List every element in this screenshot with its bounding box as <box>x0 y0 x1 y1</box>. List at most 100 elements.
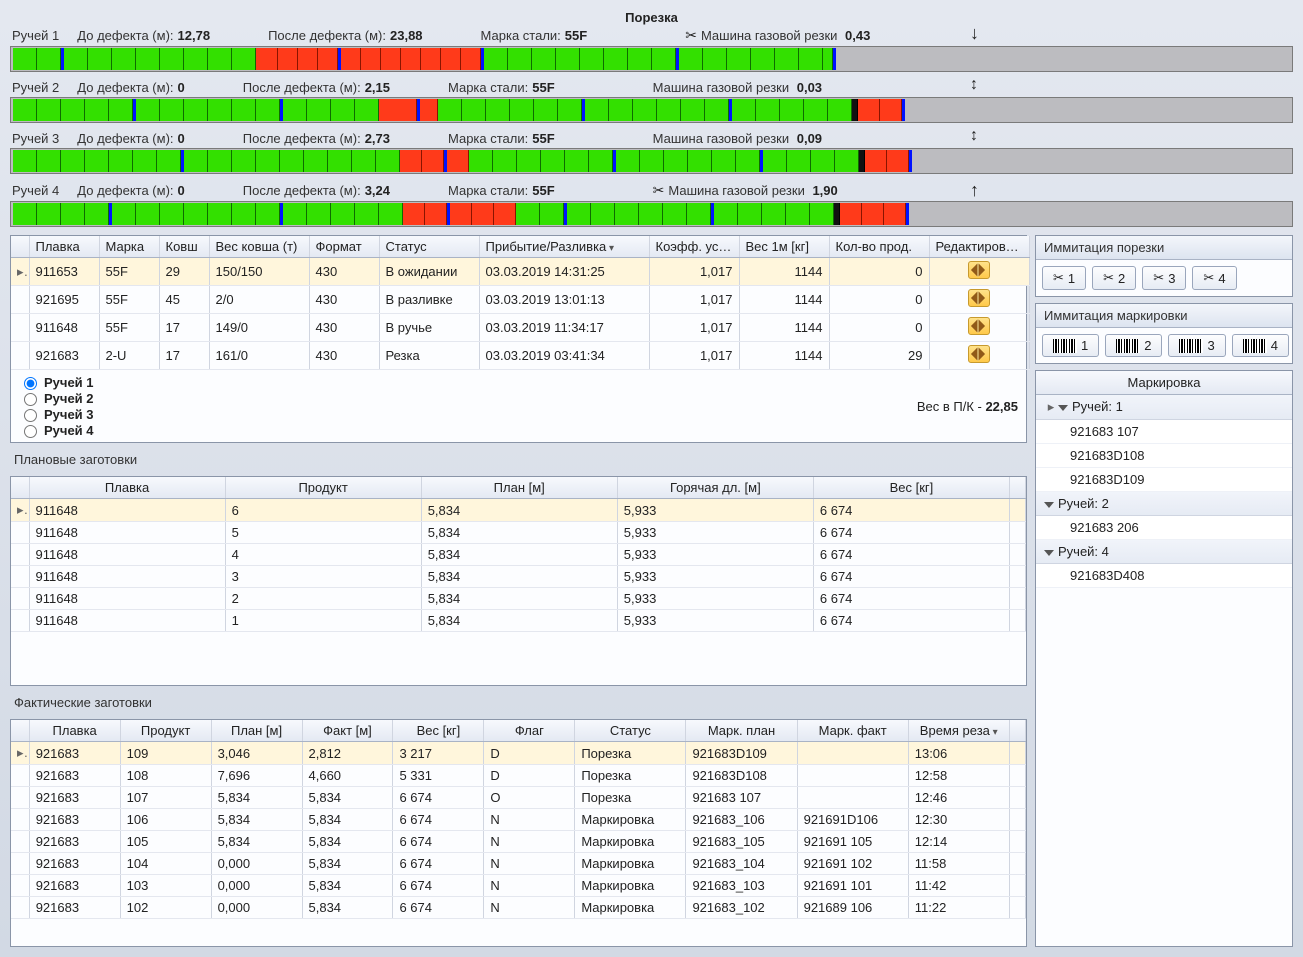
strand-radio-2[interactable]: Ручей 2 <box>19 390 94 406</box>
table-row[interactable]: 9216831065,8345,8346 674NМаркировка92168… <box>11 809 1026 831</box>
tree-group[interactable]: Ручей: 2 <box>1036 492 1292 516</box>
heats-col[interactable]: Плавка <box>29 236 99 258</box>
strand-2-bar[interactable] <box>10 97 1293 123</box>
actual-col[interactable]: Факт [м] <box>302 720 393 742</box>
actual-col[interactable]: План [м] <box>211 720 302 742</box>
table-row[interactable]: 91164815,8345,9336 674 <box>11 610 1026 632</box>
mark-sim-title: Иммитация маркировки <box>1036 304 1292 328</box>
tree-item[interactable]: 921683D408 <box>1036 564 1292 588</box>
table-row[interactable]: 9216831030,0005,8346 674NМаркировка92168… <box>11 875 1026 897</box>
tree-item[interactable]: 921683D108 <box>1036 444 1292 468</box>
table-row[interactable]: 91164835,8345,9336 674 <box>11 566 1026 588</box>
table-row[interactable]: ▸9216831093,0462,8123 217DПорезка921683D… <box>11 742 1026 765</box>
strand-name: Ручей 3 <box>12 131 59 146</box>
planned-table[interactable]: ПлавкаПродуктПлан [м]Горячая дл. [м]Вес … <box>11 477 1026 632</box>
tree-group[interactable]: Ручей: 4 <box>1036 540 1292 564</box>
heats-col[interactable]: Статус <box>379 236 479 258</box>
edit-button[interactable] <box>968 289 990 307</box>
actual-col[interactable]: Статус <box>575 720 686 742</box>
mark-sim-panel: Иммитация маркировки 1234 <box>1035 303 1293 364</box>
scissors-icon: ✂ <box>1153 270 1164 286</box>
strand-name: Ручей 1 <box>12 28 59 43</box>
planned-col[interactable]: Вес [кг] <box>813 477 1009 499</box>
strand-radio-3[interactable]: Ручей 3 <box>19 406 94 422</box>
mark-sim-button-3[interactable]: 3 <box>1168 334 1225 357</box>
actual-col[interactable]: Продукт <box>120 720 211 742</box>
heats-col[interactable]: Кол-во прод. <box>829 236 929 258</box>
actual-title: Фактические заготовки <box>10 692 1027 713</box>
strand-name: Ручей 4 <box>12 183 59 198</box>
heats-col[interactable]: Вес ковша (т) <box>209 236 309 258</box>
cut-sim-button-2[interactable]: ✂2 <box>1092 266 1136 290</box>
tree-item[interactable]: 921683D109 <box>1036 468 1292 492</box>
page-title: Порезка <box>10 6 1293 27</box>
cut-position-arrow-icon: ↕ <box>970 127 978 145</box>
barcode-icon <box>1053 339 1077 353</box>
actual-col[interactable]: Марк. план <box>686 720 797 742</box>
table-row[interactable]: 9216831075,8345,8346 674OПорезка921683 1… <box>11 787 1026 809</box>
cut-position-arrow-icon: ↕ <box>970 76 978 94</box>
strand-4-info: Ручей 4До дефекта (м):0После дефекта (м)… <box>10 182 1293 201</box>
table-row[interactable]: ▸91165355F29150/150430В ожидании03.03.20… <box>11 258 1029 286</box>
strand-radio-1[interactable]: Ручей 1 <box>19 374 94 390</box>
mark-sim-button-4[interactable]: 4 <box>1232 334 1289 357</box>
planned-col[interactable]: Горячая дл. [м] <box>617 477 813 499</box>
table-row[interactable]: 91164825,8345,9336 674 <box>11 588 1026 610</box>
table-row[interactable]: 92169555F452/0430В разливке03.03.2019 13… <box>11 286 1029 314</box>
table-row[interactable]: ▸91164865,8345,9336 674 <box>11 499 1026 522</box>
table-row[interactable]: 9216831087,6964,6605 331DПорезка921683D1… <box>11 765 1026 787</box>
table-row[interactable]: 91164845,8345,9336 674 <box>11 544 1026 566</box>
cut-sim-button-4[interactable]: ✂4 <box>1192 266 1236 290</box>
strand-radio-row: Ручей 1 Ручей 2 Ручей 3 Ручей 4 Вес в П/… <box>11 370 1026 442</box>
scissors-icon: ✂ <box>1203 270 1214 286</box>
planned-col[interactable]: План [м] <box>421 477 617 499</box>
strand-1-bar[interactable] <box>10 46 1293 72</box>
strand-4-bar[interactable] <box>10 201 1293 227</box>
actual-col[interactable]: Плавка <box>29 720 120 742</box>
table-row[interactable]: 9216831020,0005,8346 674NМаркировка92168… <box>11 897 1026 919</box>
chevron-down-icon <box>1044 502 1054 508</box>
mark-sim-button-1[interactable]: 1 <box>1042 334 1099 357</box>
strand-3-bar[interactable] <box>10 148 1293 174</box>
strand-radio-4[interactable]: Ручей 4 <box>19 422 94 438</box>
edit-button[interactable] <box>968 317 990 335</box>
heats-col[interactable]: Марка <box>99 236 159 258</box>
heats-col[interactable]: Формат <box>309 236 379 258</box>
planned-title: Плановые заготовки <box>10 449 1027 470</box>
heats-col[interactable]: Редактировать <box>929 236 1029 258</box>
strand-name: Ручей 2 <box>12 80 59 95</box>
edit-button[interactable] <box>968 345 990 363</box>
heats-col[interactable]: Коэфф. усад <box>649 236 739 258</box>
cut-sim-button-3[interactable]: ✂3 <box>1142 266 1186 290</box>
barcode-icon <box>1179 339 1203 353</box>
heats-panel: ПлавкаМаркаКовшВес ковша (т)ФорматСтатус… <box>10 235 1027 443</box>
tree-item[interactable]: 921683 206 <box>1036 516 1292 540</box>
planned-panel: ПлавкаПродуктПлан [м]Горячая дл. [м]Вес … <box>10 476 1027 686</box>
mark-sim-button-2[interactable]: 2 <box>1105 334 1162 357</box>
planned-col[interactable]: Продукт <box>225 477 421 499</box>
strand-2-info: Ручей 2До дефекта (м):0После дефекта (м)… <box>10 80 1293 97</box>
scissors-icon: ✂ <box>1053 270 1064 286</box>
table-row[interactable]: 91164855F17149/0430В ручье03.03.2019 11:… <box>11 314 1029 342</box>
cut-sim-title: Иммитация порезки <box>1036 236 1292 260</box>
actual-table[interactable]: ПлавкаПродуктПлан [м]Факт [м]Вес [кг]Фла… <box>11 720 1026 919</box>
table-row[interactable]: 9216831040,0005,8346 674NМаркировка92168… <box>11 853 1026 875</box>
heats-col[interactable]: Вес 1м [кг] <box>739 236 829 258</box>
cut-sim-button-1[interactable]: ✂1 <box>1042 266 1086 290</box>
actual-col[interactable]: Вес [кг] <box>393 720 484 742</box>
scissors-icon: ✂ <box>685 27 697 44</box>
heats-col[interactable]: Ковш <box>159 236 209 258</box>
actual-col[interactable]: Время реза <box>908 720 1009 742</box>
barcode-icon <box>1116 339 1140 353</box>
edit-button[interactable] <box>968 261 990 279</box>
actual-col[interactable]: Флаг <box>484 720 575 742</box>
table-row[interactable]: 91164855,8345,9336 674 <box>11 522 1026 544</box>
tree-group[interactable]: ▸Ручей: 1 <box>1036 395 1292 420</box>
table-row[interactable]: 9216832-U17161/0430Резка03.03.2019 03:41… <box>11 342 1029 370</box>
actual-col[interactable]: Марк. факт <box>797 720 908 742</box>
table-row[interactable]: 9216831055,8345,8346 674NМаркировка92168… <box>11 831 1026 853</box>
tree-item[interactable]: 921683 107 <box>1036 420 1292 444</box>
heats-table[interactable]: ПлавкаМаркаКовшВес ковша (т)ФорматСтатус… <box>11 236 1030 370</box>
heats-col[interactable]: Прибытие/Разливка <box>479 236 649 258</box>
planned-col[interactable]: Плавка <box>29 477 225 499</box>
